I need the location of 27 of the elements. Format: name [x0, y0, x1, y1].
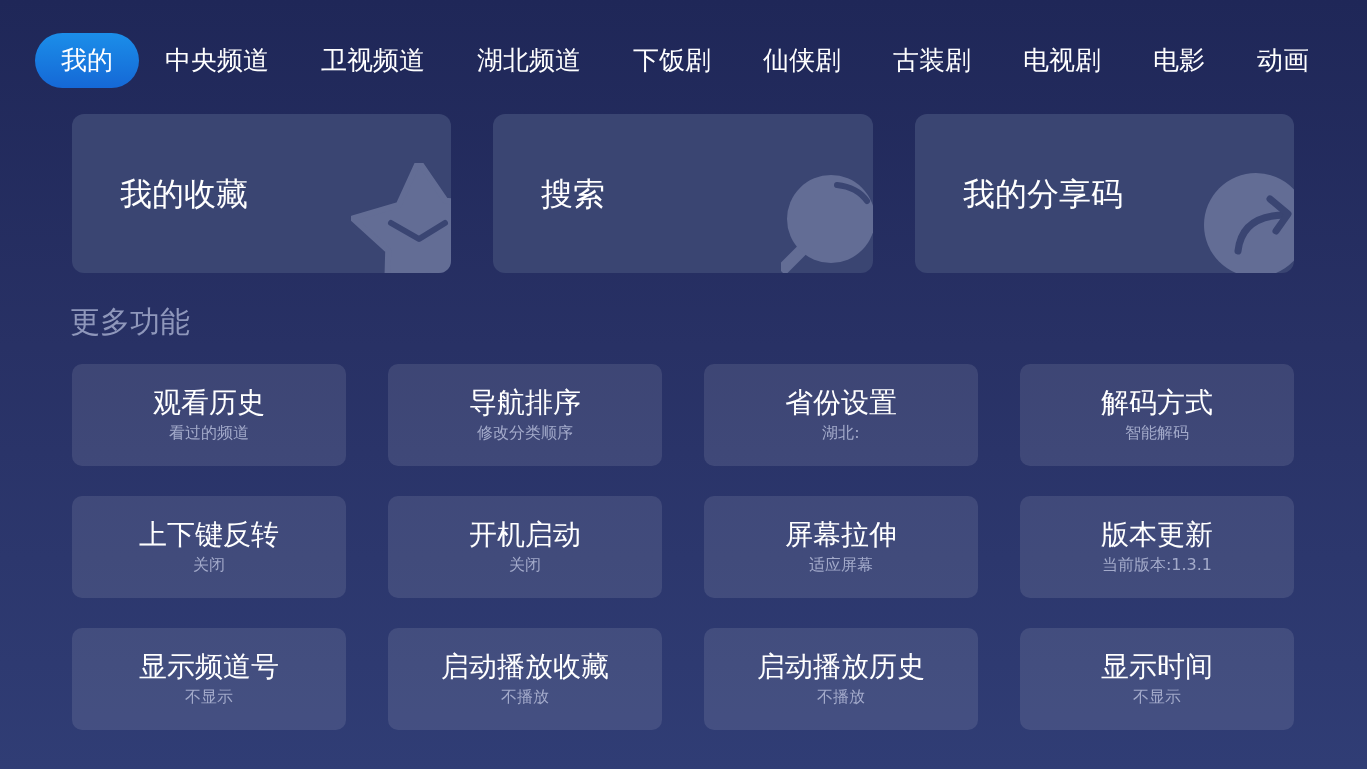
setting-tile[interactable]: 导航排序 修改分类顺序 — [388, 364, 662, 466]
nav-tab[interactable]: 湖北频道 — [451, 33, 607, 88]
setting-tile[interactable]: 启动播放历史 不播放 — [704, 628, 978, 730]
setting-tile[interactable]: 版本更新 当前版本:1.3.1 — [1020, 496, 1294, 598]
nav-tab[interactable]: 下饭剧 — [607, 33, 737, 88]
setting-tile[interactable]: 屏幕拉伸 适应屏幕 — [704, 496, 978, 598]
shortcut-card[interactable]: 我的分享码 — [914, 114, 1294, 273]
setting-tile[interactable]: 省份设置 湖北: — [704, 364, 978, 466]
shortcut-card[interactable]: 我的收藏 — [72, 114, 452, 273]
setting-tile[interactable]: 显示频道号 不显示 — [72, 628, 346, 730]
nav-tab[interactable]: 我的 — [35, 33, 139, 88]
setting-tile[interactable]: 上下键反转 关闭 — [72, 496, 346, 598]
nav-tab[interactable]: 卫视频道 — [295, 33, 451, 88]
setting-tile[interactable]: 启动播放收藏 不播放 — [388, 628, 662, 730]
star-icon — [351, 163, 452, 273]
setting-tile[interactable]: 解码方式 智能解码 — [1020, 364, 1294, 466]
nav-tab[interactable]: 中央频道 — [139, 33, 295, 88]
setting-tile[interactable]: 开机启动 关闭 — [388, 496, 662, 598]
nav-tab[interactable]: 电视剧 — [997, 33, 1127, 88]
setting-tile[interactable]: 观看历史 看过的频道 — [72, 364, 346, 466]
shortcut-card[interactable]: 搜索 — [493, 114, 873, 273]
setting-tile[interactable]: 显示时间 不显示 — [1020, 628, 1294, 730]
section-heading: 更多功能 — [70, 303, 190, 341]
nav-tab[interactable]: 动画 — [1231, 33, 1335, 88]
nav-tab[interactable]: 电影 — [1127, 33, 1231, 88]
nav-tab[interactable]: 仙侠剧 — [737, 33, 867, 88]
nav-tab[interactable]: 古装剧 — [867, 33, 997, 88]
